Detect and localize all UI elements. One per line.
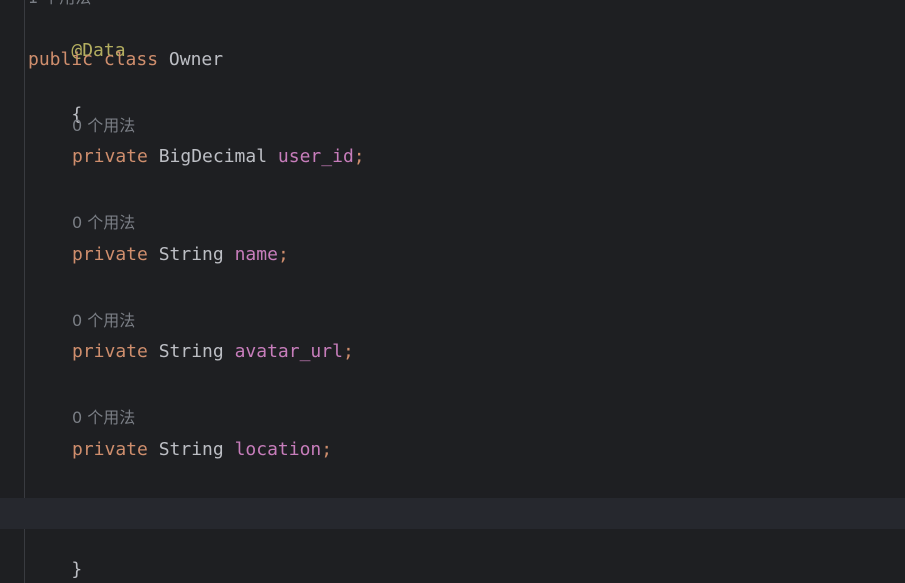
field-name: location [234, 439, 322, 460]
gutter-divider [24, 0, 25, 583]
field-type: String [158, 244, 224, 265]
usage-hint-class[interactable]: 1 个用法 [28, 0, 91, 10]
close-brace-line[interactable]: } [28, 534, 82, 580]
field-modifier: private [72, 341, 148, 362]
open-brace-line[interactable]: { [28, 79, 82, 125]
code-editor[interactable]: 1 个用法 @Data public class Owner { 0 个用法 p… [0, 0, 905, 583]
semicolon: ; [342, 341, 354, 362]
semicolon: ; [321, 439, 333, 460]
class-declaration-line[interactable]: public class Owner [28, 48, 223, 72]
field-line[interactable]: private BigDecimal user_id; [72, 145, 365, 169]
field-modifier: private [72, 439, 148, 460]
field-line[interactable]: private String location; [72, 438, 332, 462]
usage-hint-field[interactable]: 0 个用法 [72, 406, 135, 430]
keyword-class: class [103, 49, 159, 70]
usage-hint-field[interactable]: 0 个用法 [72, 114, 135, 138]
usage-hint-field[interactable]: 0 个用法 [72, 309, 135, 333]
field-modifier: private [72, 244, 148, 265]
keyword-public: public [28, 49, 94, 70]
class-name: Owner [168, 49, 224, 70]
annotation-line[interactable]: @Data [28, 15, 125, 61]
semicolon: ; [277, 244, 289, 265]
field-type: BigDecimal [158, 146, 268, 167]
current-line-highlight [0, 498, 905, 529]
field-line[interactable]: private String name; [72, 243, 289, 267]
field-name: avatar_url [234, 341, 343, 362]
field-type: String [158, 439, 224, 460]
usage-hint-field[interactable]: 0 个用法 [72, 211, 135, 235]
field-name: user_id [277, 146, 354, 167]
field-type: String [158, 341, 224, 362]
field-line[interactable]: private String avatar_url; [72, 340, 354, 364]
close-brace: } [71, 559, 83, 580]
semicolon: ; [353, 146, 365, 167]
field-modifier: private [72, 146, 148, 167]
field-name: name [234, 244, 278, 265]
